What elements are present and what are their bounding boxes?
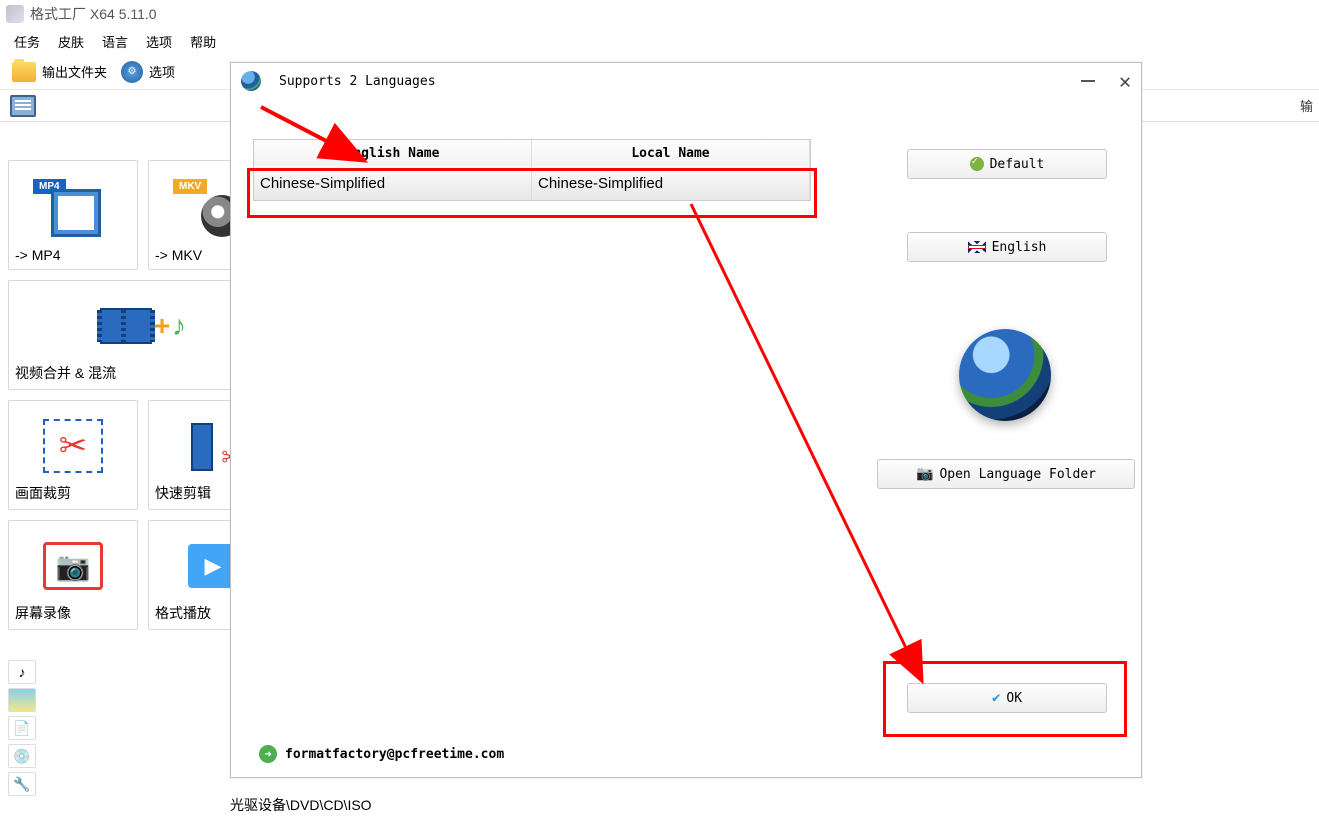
english-button-label: English	[992, 240, 1047, 255]
merge-icon: +♪	[98, 297, 188, 355]
menu-bar: 任务 皮肤 语言 选项 帮助	[0, 28, 1319, 54]
language-table: English Name Local Name Chinese-Simplifi…	[253, 139, 811, 201]
record-icon: 📷	[43, 542, 103, 590]
email-text: formatfactory@pcfreetime.com	[285, 747, 504, 762]
default-button[interactable]: Default	[907, 149, 1107, 179]
col-local-name[interactable]: Local Name	[532, 140, 810, 166]
open-folder-label: Open Language Folder	[939, 467, 1096, 482]
cell-english-name: Chinese-Simplified	[254, 166, 532, 200]
left-mini-icons: ♪ 📄 💿 🔧	[8, 660, 36, 796]
ok-button[interactable]: ✔ OK	[907, 683, 1107, 713]
menu-skin[interactable]: 皮肤	[58, 32, 84, 51]
disc-icon[interactable]: 💿	[8, 744, 36, 768]
minimize-button[interactable]	[1081, 80, 1095, 82]
tile-fastcut-label: 快速剪辑	[155, 483, 211, 503]
image-icon[interactable]	[8, 688, 36, 712]
tile-player-label: 格式播放	[155, 603, 211, 623]
menu-task[interactable]: 任务	[14, 32, 40, 51]
check-icon	[970, 157, 984, 171]
tile-mp4-label: -> MP4	[15, 247, 61, 263]
globe-icon	[241, 71, 261, 91]
default-button-label: Default	[990, 157, 1045, 172]
dialog-title: Supports 2 Languages	[279, 74, 436, 89]
bottom-category-label[interactable]: 光驱设备\DVD\CD\ISO	[230, 795, 372, 815]
tile-record[interactable]: 📷 屏幕录像	[8, 520, 138, 630]
crop-icon: ✂	[43, 419, 103, 473]
dialog-titlebar: Supports 2 Languages ✕	[231, 63, 1141, 99]
tile-crop-label: 画面裁剪	[15, 483, 71, 503]
menu-help[interactable]: 帮助	[190, 32, 216, 51]
right-tab-text[interactable]: 输	[1300, 96, 1319, 115]
video-tab-icon[interactable]	[10, 95, 36, 117]
folder-icon[interactable]	[12, 62, 36, 82]
window-title: 格式工厂 X64 5.11.0	[30, 4, 157, 24]
output-folder-label[interactable]: 输出文件夹	[42, 62, 107, 81]
tile-record-label: 屏幕录像	[15, 603, 71, 623]
tile-mp4[interactable]: -> MP4	[8, 160, 138, 270]
ok-button-label: OK	[1006, 691, 1022, 706]
close-button[interactable]: ✕	[1119, 69, 1131, 93]
arrow-circle-icon: ➜	[259, 745, 277, 763]
menu-language[interactable]: 语言	[102, 32, 128, 51]
col-english-name[interactable]: English Name	[254, 140, 532, 166]
table-row[interactable]: Chinese-Simplified Chinese-Simplified	[254, 166, 810, 200]
email-link[interactable]: ➜ formatfactory@pcfreetime.com	[259, 745, 504, 763]
english-button[interactable]: English	[907, 232, 1107, 262]
open-language-folder-button[interactable]: 📷 Open Language Folder	[877, 459, 1135, 489]
tile-merge-label: 视频合并 & 混流	[15, 363, 116, 383]
folder-small-icon: 📷	[916, 466, 933, 482]
audio-icon[interactable]: ♪	[8, 660, 36, 684]
gear-icon[interactable]: ⚙	[121, 61, 143, 83]
tile-crop[interactable]: ✂ 画面裁剪	[8, 400, 138, 510]
app-icon	[6, 5, 24, 23]
cell-local-name: Chinese-Simplified	[532, 166, 810, 200]
menu-options[interactable]: 选项	[146, 32, 172, 51]
options-label[interactable]: 选项	[149, 62, 175, 81]
globe-large-icon	[959, 329, 1051, 421]
mp4-icon	[39, 179, 107, 237]
language-dialog: Supports 2 Languages ✕ English Name Loca…	[230, 62, 1142, 778]
tick-icon: ✔	[992, 690, 1000, 706]
title-bar: 格式工厂 X64 5.11.0	[0, 0, 1319, 28]
toolbox-icon[interactable]: 🔧	[8, 772, 36, 796]
tile-mkv-label: -> MKV	[155, 247, 202, 263]
document-icon[interactable]: 📄	[8, 716, 36, 740]
uk-flag-icon	[968, 241, 986, 253]
